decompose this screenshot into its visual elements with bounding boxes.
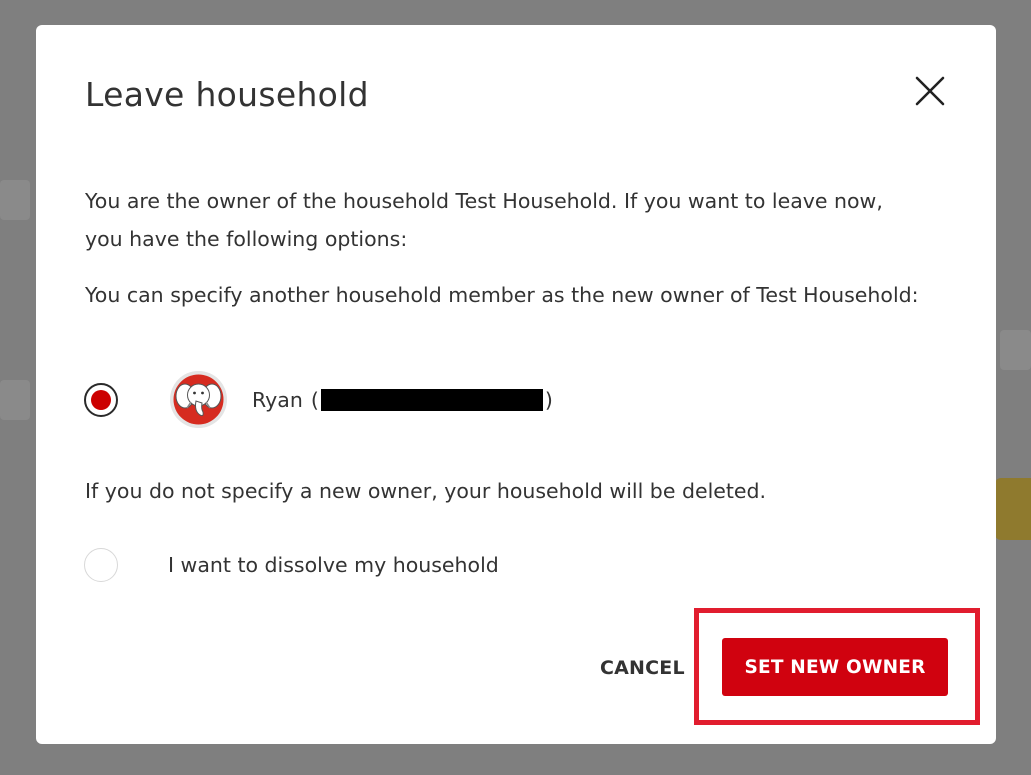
- set-new-owner-button[interactable]: SET NEW OWNER: [722, 638, 948, 696]
- close-button[interactable]: [910, 71, 950, 111]
- dissolve-household-radio[interactable]: [84, 548, 118, 582]
- cancel-button[interactable]: CANCEL: [592, 649, 693, 687]
- radio-selected-dot: [91, 390, 111, 410]
- dialog-title: Leave household: [85, 75, 369, 114]
- dissolve-household-label[interactable]: I want to dissolve my household: [168, 546, 499, 584]
- member-paren-open: (: [310, 388, 319, 412]
- elephant-avatar-icon: [170, 371, 227, 428]
- close-icon: [915, 76, 945, 106]
- specify-owner-text: You can specify another household member…: [85, 283, 919, 307]
- deletion-warning-text: If you do not specify a new owner, your …: [85, 479, 767, 503]
- avatar: [170, 371, 227, 428]
- member-paren-close: ): [544, 388, 553, 412]
- leave-household-dialog: Leave household You are the owner of the…: [36, 25, 996, 744]
- member-option-label[interactable]: Ryan ( ): [252, 381, 553, 419]
- member-name: Ryan: [252, 388, 303, 412]
- background-content: [0, 180, 30, 220]
- redacted-email: [320, 389, 543, 411]
- background-content: [0, 380, 30, 420]
- intro-text: You are the owner of the household Test …: [85, 189, 883, 251]
- background-content: [1000, 330, 1031, 370]
- member-radio-ryan[interactable]: [84, 383, 118, 417]
- background-accent: [995, 478, 1031, 540]
